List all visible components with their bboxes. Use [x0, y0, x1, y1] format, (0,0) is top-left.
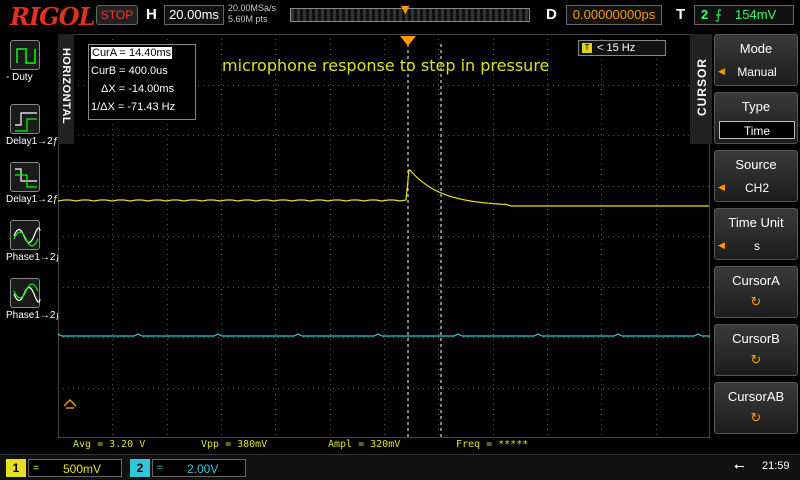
delta-x-readout: ΔX = -14.00ms [101, 83, 175, 95]
tool-label: Delay1→2ƒ [6, 136, 59, 147]
mode-button[interactable]: Mode ◀ Manual [714, 34, 798, 86]
measure-avg: Avg = 3.20 V [73, 439, 146, 450]
top-status-bar: RIGOL STOP H 20.00ms 20.00MSa/s 5.60M pt… [0, 0, 800, 34]
trigger-level-marker [63, 399, 77, 407]
trigger-position-icon: ▼ [401, 3, 410, 16]
run-stop-status[interactable]: STOP [96, 5, 138, 25]
coupling-icon: = [157, 463, 163, 474]
memory-position-bar: ▼ [290, 3, 530, 22]
tool-delay-fall[interactable]: Delay1→2ƒ [6, 162, 59, 205]
cursor-a-text: CurA = 14.40ms [91, 47, 173, 59]
type-title: Type [741, 99, 771, 114]
mode-value: Manual [737, 65, 777, 79]
channel-2-scale: 2.00V [187, 462, 219, 476]
mode-title: Mode [739, 41, 773, 56]
cursor-b-title: CursorB [732, 331, 780, 346]
cursor-b-button[interactable]: CursorB ↻ [714, 324, 798, 376]
tool-label: Delay1→2ƒ [6, 194, 59, 205]
tool-phase-fall[interactable]: Phase1→2ƒ [6, 278, 62, 321]
memory-depth: 5.60M pts [228, 14, 268, 24]
tool-duty[interactable]: - Duty [6, 40, 50, 83]
duty-pulse-icon [10, 40, 40, 70]
horizontal-tab[interactable]: HORIZONTAL [58, 34, 74, 144]
measure-freq: Freq = ***** [456, 439, 529, 450]
channel-1-number: 1 [6, 459, 26, 477]
sample-rate: 20.00MSa/s [228, 3, 277, 13]
cursor-a-readout: CurA = 14.40ms [91, 47, 173, 59]
cursor-menu-tab[interactable]: CURSOR [690, 34, 712, 144]
channel-status-bar: 1 = 500mV 2 = 2.00V ⭠ 21:59 [0, 454, 800, 480]
clock: 21:59 [762, 460, 790, 472]
type-button[interactable]: Type Time [714, 92, 798, 144]
measurement-strip: Avg = 3.20 V Vpp = 380mV Ampl = 320mV Fr… [58, 438, 710, 452]
filter-label: < 15 Hz [597, 42, 636, 54]
cursor-b-readout: CurB = 400.0us [91, 65, 168, 77]
waveform-annotation: microphone response to step in pressure [222, 56, 550, 75]
cursor-readout-box: CurA = 14.40ms CurB = 400.0us ΔX = -14.0… [88, 44, 196, 120]
cursor-ab-button[interactable]: CursorAB ↻ [714, 382, 798, 434]
channel-2-settings: = 2.00V [152, 459, 246, 477]
coupling-icon: = [33, 463, 39, 474]
source-title: Source [735, 157, 777, 172]
phase-rise-icon [10, 220, 41, 250]
usb-icon: ⭠ [734, 459, 745, 474]
memory-bar-fill [291, 9, 529, 21]
type-value: Time [719, 121, 795, 139]
acquisition-info: 20.00MSa/s 5.60M pts [228, 3, 276, 25]
horizontal-label: H [146, 6, 157, 23]
delay-fall-icon [10, 162, 40, 192]
channel-2-number: 2 [130, 459, 150, 477]
trigger-level: 154mV [735, 7, 777, 22]
time-unit-value: s [754, 239, 760, 253]
tool-label: - Duty [6, 72, 33, 83]
knob-icon: ↻ [750, 411, 762, 426]
source-button[interactable]: Source ◀ CH2 [714, 150, 798, 202]
tool-label: Phase1→2ƒ [6, 310, 62, 321]
timebase-value[interactable]: 20.00ms [164, 5, 224, 25]
brand-logo: RIGOL [10, 2, 95, 31]
delay-rise-icon [10, 104, 40, 134]
tool-delay-rise[interactable]: Delay1→2ƒ [6, 104, 59, 147]
trigger-label: T [676, 6, 686, 23]
cursor-tab-label: CURSOR [695, 58, 709, 117]
trigger-position-marker [400, 36, 416, 46]
channel-1-trace [58, 169, 709, 207]
delay-label: D [546, 6, 557, 23]
measure-ampl: Ampl = 320mV [328, 439, 401, 450]
trigger-filter-badge: T < 15 Hz [578, 40, 666, 56]
knob-icon: ↻ [750, 353, 762, 368]
measure-tools-panel: - Duty Delay1→2ƒ Delay1→2ƒ Phase1→2ƒ Pha… [0, 34, 62, 454]
knob-icon: ↻ [750, 295, 762, 310]
time-unit-button[interactable]: Time Unit ◀ s [714, 208, 798, 260]
measure-vpp: Vpp = 380mV [201, 439, 268, 450]
time-unit-title: Time Unit [728, 215, 784, 230]
channel-1-settings: = 500mV [28, 459, 122, 477]
tool-phase-rise[interactable]: Phase1→2ƒ [6, 220, 62, 263]
cursor-a-button[interactable]: CursorA ↻ [714, 266, 798, 318]
source-value: CH2 [744, 181, 769, 195]
delay-value[interactable]: 0.00000000ps [566, 5, 662, 25]
horizontal-tab-label: HORIZONTAL [60, 47, 72, 125]
cursor-a-title: CursorA [732, 273, 780, 288]
channel-1-scale: 500mV [63, 462, 102, 476]
filter-tag: T [582, 43, 592, 53]
phase-fall-icon [10, 278, 41, 308]
tool-label: Phase1→2ƒ [6, 252, 62, 263]
cursor-ab-title: CursorAB [727, 389, 785, 404]
rising-edge-icon: ⨍ [715, 7, 722, 22]
trigger-source: 2 [701, 7, 709, 22]
cursor-menu-panel: CURSOR Mode ◀ Manual Type Time Source ◀ … [690, 34, 800, 454]
inverse-delta-x-readout: 1/ΔX = -71.43 Hz [91, 101, 176, 113]
trigger-settings[interactable]: 2 ⨍ 154mV [694, 5, 794, 25]
